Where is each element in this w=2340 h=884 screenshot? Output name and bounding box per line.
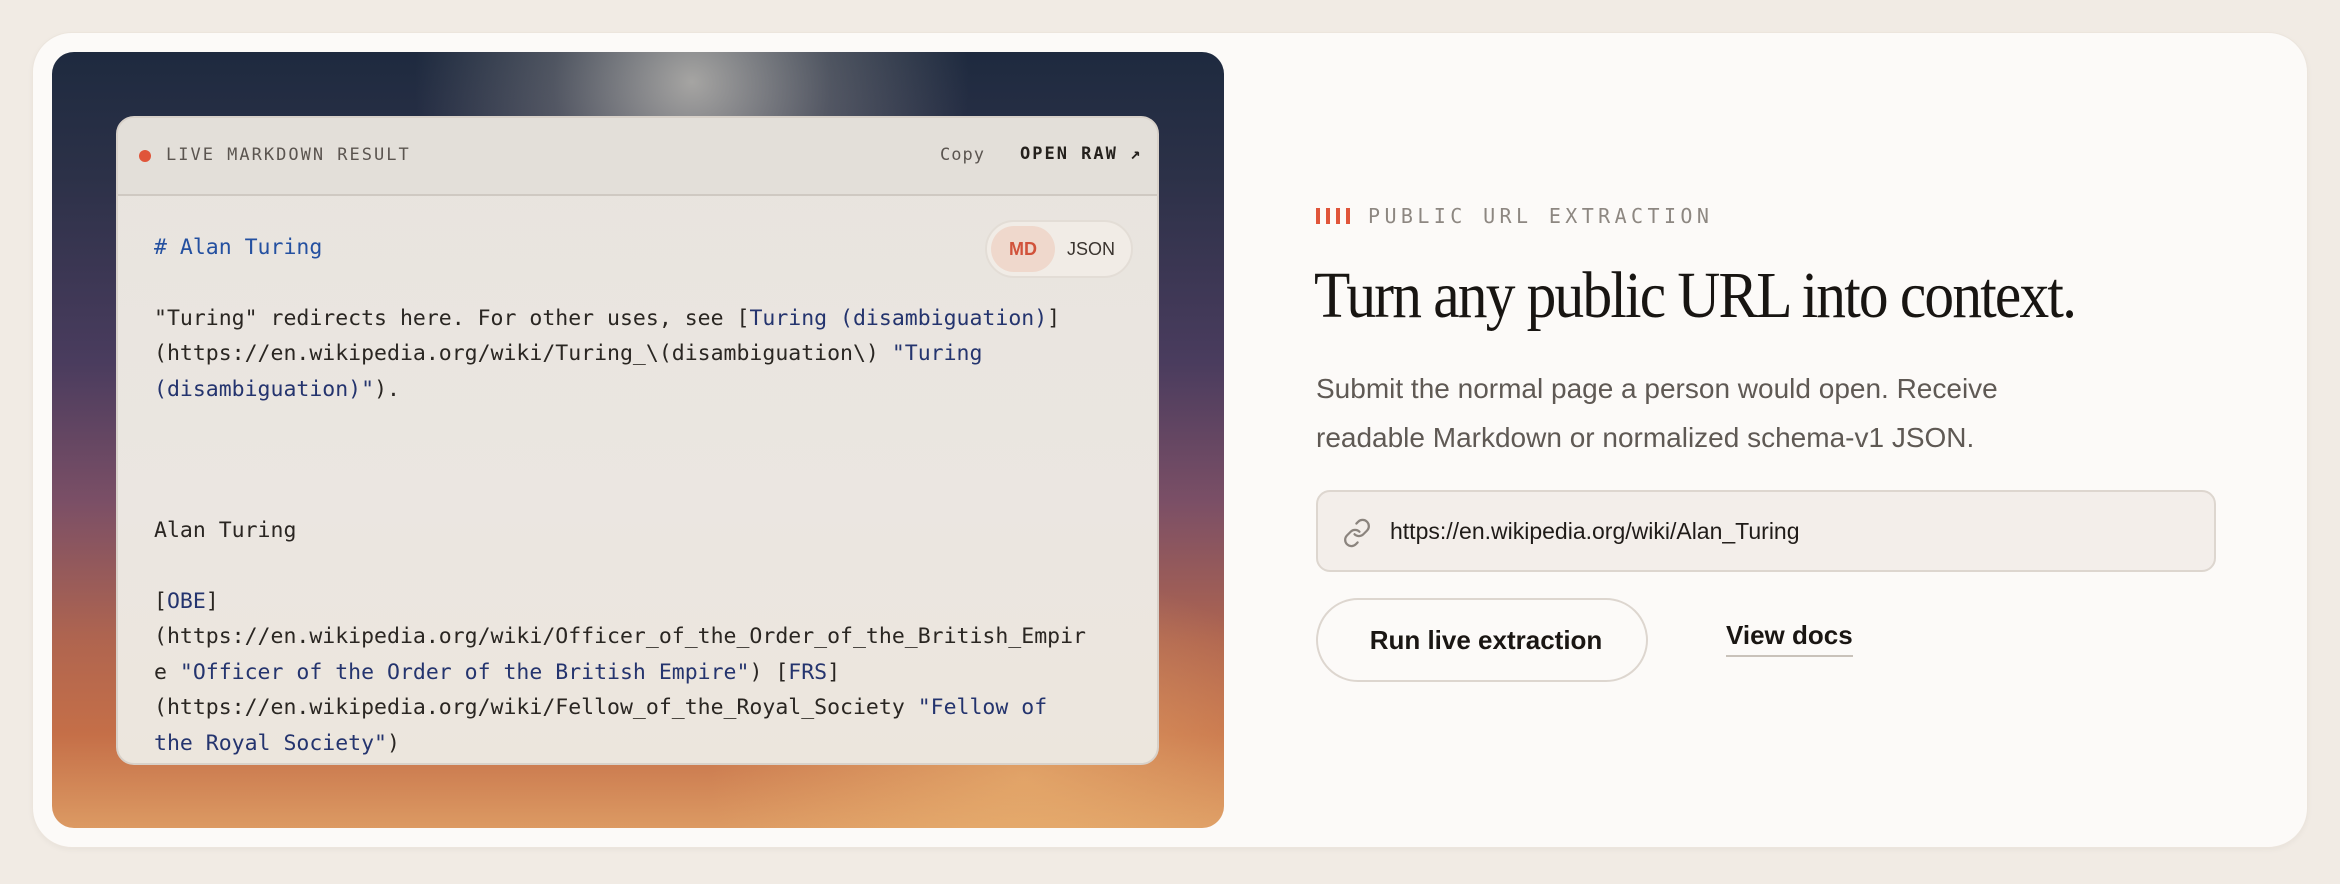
md-line: (disambiguation)").	[154, 376, 400, 402]
url-field[interactable]	[1316, 490, 2216, 572]
preview-backdrop: LIVE MARKDOWN RESULT Copy OPEN RAW ↗ MD …	[52, 52, 1224, 828]
eyebrow-bars-icon	[1316, 208, 1352, 224]
panel-title: LIVE MARKDOWN RESULT	[166, 145, 411, 165]
url-input[interactable]	[1390, 494, 2190, 568]
eyebrow-label: PUBLIC URL EXTRACTION	[1368, 204, 1714, 228]
run-extraction-button[interactable]: Run live extraction	[1316, 598, 1648, 682]
md-line: (https://en.wikipedia.org/wiki/Fellow_of…	[154, 695, 1048, 721]
md-line: "Turing" redirects here. For other uses,…	[154, 305, 1061, 331]
live-dot-icon	[139, 150, 151, 162]
md-heading: # Alan Turing	[154, 235, 323, 260]
open-raw-button[interactable]: OPEN RAW ↗	[1020, 144, 1142, 164]
md-link-text: Turing (disambiguation)	[749, 305, 1048, 331]
page-subtitle: Submit the normal page a person would op…	[1316, 373, 1998, 453]
md-line: the Royal Society")	[154, 730, 400, 756]
link-icon	[1344, 518, 1370, 548]
md-line: (https://en.wikipedia.org/wiki/Officer_o…	[154, 624, 1086, 650]
view-docs-link[interactable]: View docs	[1726, 620, 1853, 657]
md-line: [OBE]	[154, 589, 219, 615]
md-line: (https://en.wikipedia.org/wiki/Turing_\(…	[154, 341, 983, 367]
panel-header: LIVE MARKDOWN RESULT Copy OPEN RAW ↗	[118, 118, 1157, 196]
md-line: Alan Turing	[154, 518, 297, 544]
markdown-output: # Alan Turing ​ "Turing" redirects here.…	[154, 230, 1134, 761]
page-title: Turn any public URL into context.	[1314, 259, 2077, 332]
md-line: e "Officer of the Order of the British E…	[154, 659, 841, 685]
copy-button[interactable]: Copy	[940, 145, 985, 165]
markdown-result-panel: LIVE MARKDOWN RESULT Copy OPEN RAW ↗ MD …	[116, 116, 1159, 765]
